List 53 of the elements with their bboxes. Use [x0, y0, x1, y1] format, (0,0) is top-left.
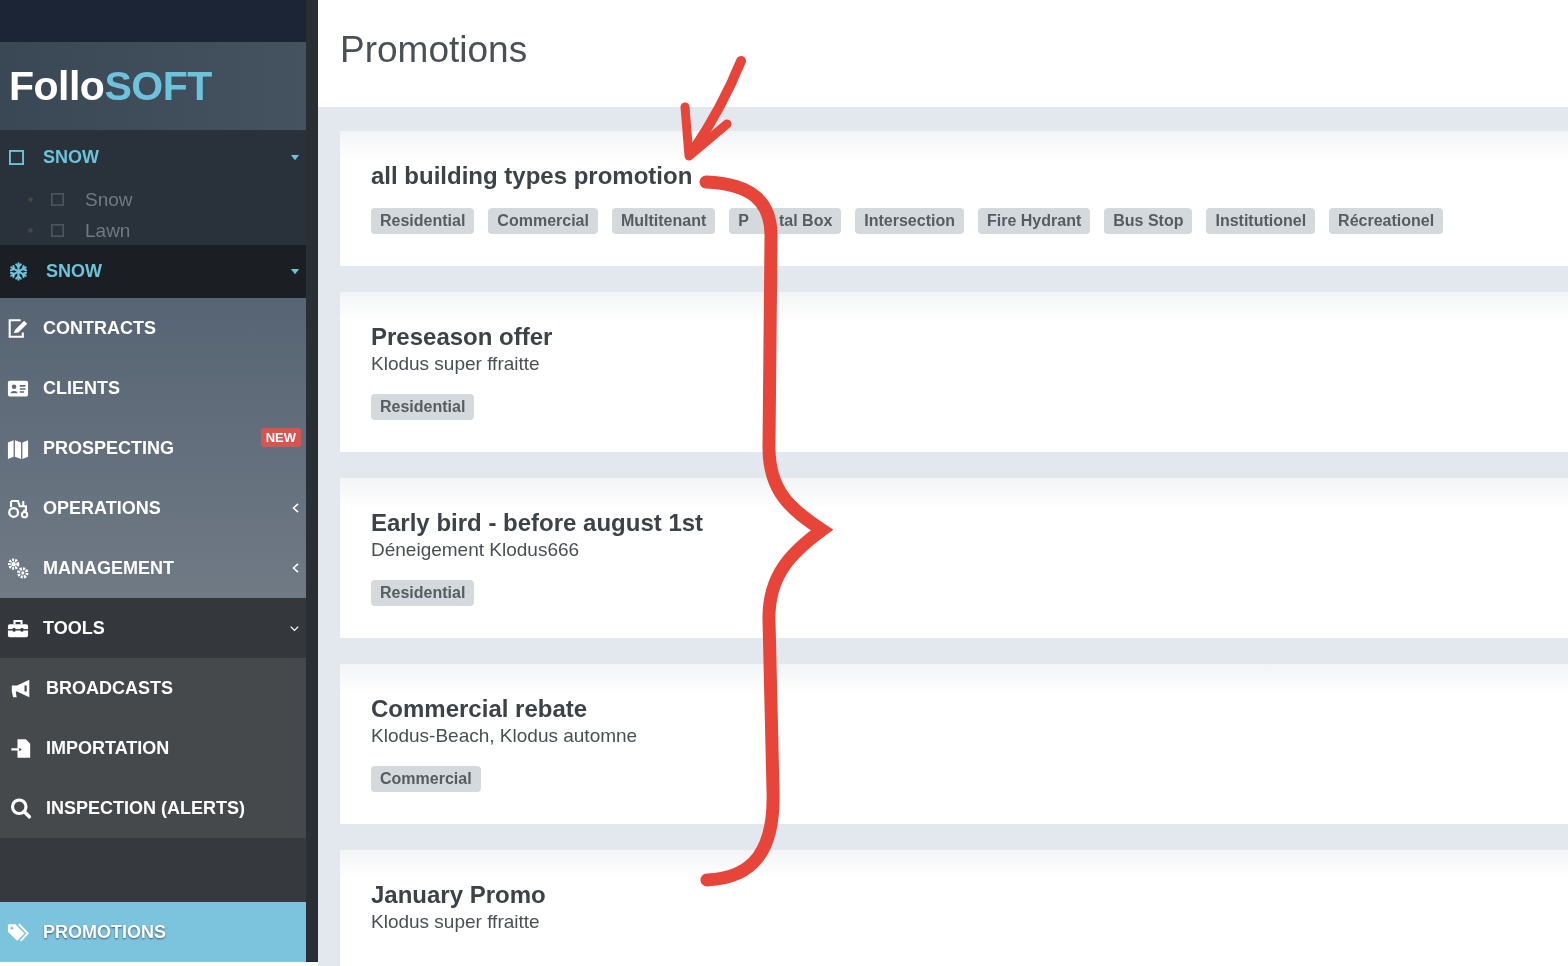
promotion-subtitle: Klodus super ffraitte	[371, 352, 541, 376]
promotion-subtitle: Klodus-Beach, Klodus automne	[371, 724, 639, 748]
toolbox-icon	[7, 617, 29, 639]
nav-item[interactable]: PROSPECTING NEW	[0, 418, 306, 478]
building-type-tag: Residential	[371, 394, 475, 420]
snowflake-icon	[9, 262, 28, 281]
caret-down-icon	[289, 267, 301, 276]
square-icon	[51, 193, 64, 206]
building-type-tag: Intersection	[855, 208, 964, 234]
map-icon	[7, 437, 29, 459]
tags-icon	[7, 921, 29, 943]
building-type-tag: Residential	[371, 580, 475, 606]
building-type-tag: Institutionel	[1206, 208, 1316, 234]
nav-item[interactable]: IMPORTATION	[0, 718, 306, 778]
season-dropdown[interactable]: SNOW	[0, 130, 306, 184]
promotion-title: all building types promotion	[371, 161, 694, 190]
file-import-icon	[10, 737, 32, 759]
logo-text: FolloSOFT	[9, 62, 212, 110]
season-dropdown[interactable]: SNOW	[0, 245, 306, 298]
gears-icon	[7, 557, 29, 579]
dropdown-option[interactable]: Snow	[0, 184, 306, 215]
status-badge: NEW	[260, 428, 301, 447]
nav-item[interactable]: CLIENTS	[0, 358, 306, 418]
building-type-tag: Fire Hydrant	[978, 208, 1091, 234]
dot-icon	[28, 197, 33, 202]
promotion-title: Commercial rebate	[371, 694, 589, 723]
page-title: Promotions	[340, 28, 528, 71]
building-type-tag: Bus Stop	[1104, 208, 1193, 234]
nav-item[interactable]: OPERATIONS	[0, 478, 306, 538]
dropdown-option[interactable]: Lawn	[0, 215, 306, 246]
caret-down-icon	[289, 152, 301, 162]
promotion-subtitle: Déneigement Klodus666	[371, 538, 581, 562]
square-icon	[51, 224, 64, 237]
nav-item[interactable]: MANAGEMENT	[0, 538, 306, 598]
building-type-tag: Residential	[371, 208, 475, 234]
nav-item[interactable]: INSPECTION (ALERTS)	[0, 778, 306, 838]
square-icon	[9, 149, 24, 165]
nav-item[interactable]: BROADCASTS	[0, 658, 306, 718]
promotion-title: Preseason offer	[371, 322, 554, 351]
nav-item[interactable]: CONTRACTS	[0, 298, 306, 358]
building-type-tag: Récreationel	[1329, 208, 1444, 234]
megaphone-icon	[10, 677, 32, 699]
nav-item[interactable]: TOOLS	[0, 598, 306, 658]
search-icon	[10, 797, 32, 819]
building-type-tag: Multitenant	[611, 208, 716, 234]
tractor-icon	[7, 497, 29, 519]
promotion-title: January Promo	[371, 880, 547, 909]
document-pen-icon	[7, 317, 29, 339]
dot-icon	[28, 228, 33, 233]
promotion-subtitle: Klodus super ffraitte	[371, 910, 541, 934]
promotion-title: Early bird - before august 1st	[371, 508, 705, 537]
building-type-tag: Commercial	[371, 766, 481, 792]
building-type-tag: Commercial	[488, 208, 598, 234]
